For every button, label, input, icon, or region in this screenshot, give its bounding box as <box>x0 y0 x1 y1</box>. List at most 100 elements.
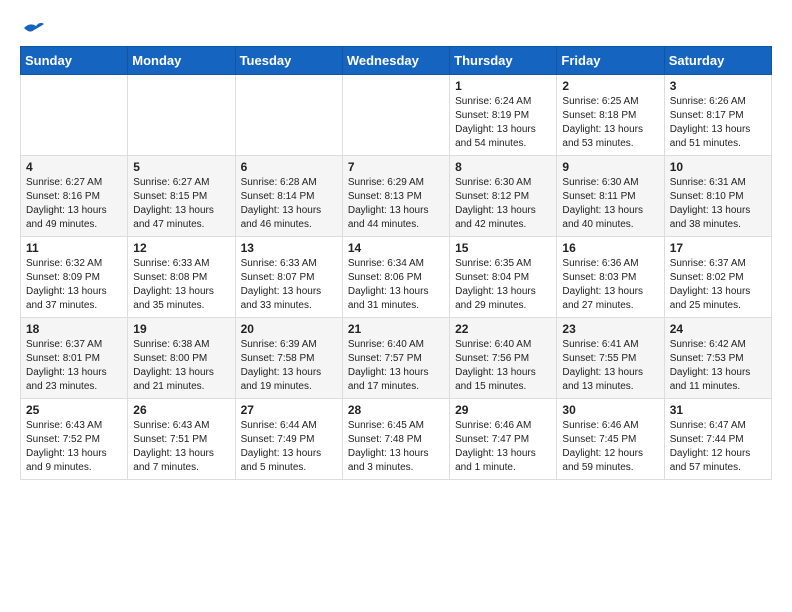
calendar-cell: 12 Sunrise: 6:33 AM Sunset: 8:08 PM Dayli… <box>128 237 235 318</box>
calendar-cell: 22 Sunrise: 6:40 AM Sunset: 7:56 PM Dayli… <box>450 318 557 399</box>
calendar-cell: 7 Sunrise: 6:29 AM Sunset: 8:13 PM Daylig… <box>342 156 449 237</box>
day-number: 29 <box>455 403 551 417</box>
cell-content: Sunrise: 6:39 AM Sunset: 7:58 PM Dayligh… <box>241 338 337 394</box>
day-number: 6 <box>241 160 337 174</box>
cell-content: Sunrise: 6:45 AM Sunset: 7:48 PM Dayligh… <box>348 419 444 475</box>
calendar-cell: 4Sunrise: 6:27 AM Sunset: 8:16 PM Daylig… <box>21 156 128 237</box>
cell-content: Sunrise: 6:34 AM Sunset: 8:06 PM Dayligh… <box>348 257 444 313</box>
day-number: 28 <box>348 403 444 417</box>
day-number: 24 <box>670 322 766 336</box>
cell-content: Sunrise: 6:30 AM Sunset: 8:11 PM Dayligh… <box>562 176 658 232</box>
cell-content: Sunrise: 6:36 AM Sunset: 8:03 PM Dayligh… <box>562 257 658 313</box>
day-number: 10 <box>670 160 766 174</box>
day-number: 23 <box>562 322 658 336</box>
calendar-cell: 28 Sunrise: 6:45 AM Sunset: 7:48 PM Dayli… <box>342 399 449 480</box>
day-number: 8 <box>455 160 551 174</box>
calendar-cell: 23 Sunrise: 6:41 AM Sunset: 7:55 PM Dayli… <box>557 318 664 399</box>
cell-content: Sunrise: 6:43 AM Sunset: 7:51 PM Dayligh… <box>133 419 229 475</box>
weekday-header-wednesday: Wednesday <box>342 47 449 75</box>
calendar-cell <box>21 75 128 156</box>
day-number: 13 <box>241 241 337 255</box>
weekday-header-friday: Friday <box>557 47 664 75</box>
cell-content: Sunrise: 6:33 AM Sunset: 8:07 PM Dayligh… <box>241 257 337 313</box>
calendar-cell: 24 Sunrise: 6:42 AM Sunset: 7:53 PM Dayli… <box>664 318 771 399</box>
day-number: 2 <box>562 79 658 93</box>
cell-content: Sunrise: 6:37 AM Sunset: 8:01 PM Dayligh… <box>26 338 122 394</box>
calendar-cell: 19 Sunrise: 6:38 AM Sunset: 8:00 PM Dayli… <box>128 318 235 399</box>
day-number: 19 <box>133 322 229 336</box>
day-number: 1 <box>455 79 551 93</box>
day-number: 16 <box>562 241 658 255</box>
weekday-header-saturday: Saturday <box>664 47 771 75</box>
day-number: 4 <box>26 160 122 174</box>
day-number: 9 <box>562 160 658 174</box>
calendar-cell: 14 Sunrise: 6:34 AM Sunset: 8:06 PM Dayli… <box>342 237 449 318</box>
calendar-cell: 30 Sunrise: 6:46 AM Sunset: 7:45 PM Dayli… <box>557 399 664 480</box>
calendar-cell: 5 Sunrise: 6:27 AM Sunset: 8:15 PM Daylig… <box>128 156 235 237</box>
day-number: 18 <box>26 322 122 336</box>
calendar-cell: 11 Sunrise: 6:32 AM Sunset: 8:09 PM Dayli… <box>21 237 128 318</box>
day-number: 12 <box>133 241 229 255</box>
day-number: 31 <box>670 403 766 417</box>
day-number: 14 <box>348 241 444 255</box>
day-number: 27 <box>241 403 337 417</box>
calendar-cell: 10 Sunrise: 6:31 AM Sunset: 8:10 PM Dayli… <box>664 156 771 237</box>
day-number: 15 <box>455 241 551 255</box>
weekday-header-monday: Monday <box>128 47 235 75</box>
cell-content: Sunrise: 6:26 AM Sunset: 8:17 PM Dayligh… <box>670 95 766 151</box>
day-number: 21 <box>348 322 444 336</box>
calendar-cell: 6 Sunrise: 6:28 AM Sunset: 8:14 PM Daylig… <box>235 156 342 237</box>
day-number: 26 <box>133 403 229 417</box>
day-number: 11 <box>26 241 122 255</box>
cell-content: Sunrise: 6:41 AM Sunset: 7:55 PM Dayligh… <box>562 338 658 394</box>
calendar-cell: 8Sunrise: 6:30 AM Sunset: 8:12 PM Daylig… <box>450 156 557 237</box>
cell-content: Sunrise: 6:46 AM Sunset: 7:47 PM Dayligh… <box>455 419 551 475</box>
cell-content: Sunrise: 6:40 AM Sunset: 7:56 PM Dayligh… <box>455 338 551 394</box>
calendar-cell: 17 Sunrise: 6:37 AM Sunset: 8:02 PM Dayli… <box>664 237 771 318</box>
cell-content: Sunrise: 6:31 AM Sunset: 8:10 PM Dayligh… <box>670 176 766 232</box>
day-number: 5 <box>133 160 229 174</box>
logo-bird-icon <box>22 20 44 36</box>
weekday-header-tuesday: Tuesday <box>235 47 342 75</box>
calendar-week-row: 11 Sunrise: 6:32 AM Sunset: 8:09 PM Dayli… <box>21 237 772 318</box>
calendar-table: SundayMondayTuesdayWednesdayThursdayFrid… <box>20 46 772 480</box>
cell-content: Sunrise: 6:33 AM Sunset: 8:08 PM Dayligh… <box>133 257 229 313</box>
day-number: 30 <box>562 403 658 417</box>
day-number: 7 <box>348 160 444 174</box>
cell-content: Sunrise: 6:46 AM Sunset: 7:45 PM Dayligh… <box>562 419 658 475</box>
calendar-cell: 31Sunrise: 6:47 AM Sunset: 7:44 PM Dayli… <box>664 399 771 480</box>
calendar-cell <box>235 75 342 156</box>
calendar-week-row: 25 Sunrise: 6:43 AM Sunset: 7:52 PM Dayli… <box>21 399 772 480</box>
day-number: 22 <box>455 322 551 336</box>
day-number: 17 <box>670 241 766 255</box>
calendar-cell: 15Sunrise: 6:35 AM Sunset: 8:04 PM Dayli… <box>450 237 557 318</box>
calendar-week-row: 4Sunrise: 6:27 AM Sunset: 8:16 PM Daylig… <box>21 156 772 237</box>
calendar-cell: 25 Sunrise: 6:43 AM Sunset: 7:52 PM Dayli… <box>21 399 128 480</box>
calendar-cell: 1 Sunrise: 6:24 AM Sunset: 8:19 PM Daylig… <box>450 75 557 156</box>
calendar-cell: 21Sunrise: 6:40 AM Sunset: 7:57 PM Dayli… <box>342 318 449 399</box>
cell-content: Sunrise: 6:28 AM Sunset: 8:14 PM Dayligh… <box>241 176 337 232</box>
calendar-cell: 27 Sunrise: 6:44 AM Sunset: 7:49 PM Dayli… <box>235 399 342 480</box>
cell-content: Sunrise: 6:44 AM Sunset: 7:49 PM Dayligh… <box>241 419 337 475</box>
cell-content: Sunrise: 6:42 AM Sunset: 7:53 PM Dayligh… <box>670 338 766 394</box>
cell-content: Sunrise: 6:37 AM Sunset: 8:02 PM Dayligh… <box>670 257 766 313</box>
cell-content: Sunrise: 6:43 AM Sunset: 7:52 PM Dayligh… <box>26 419 122 475</box>
calendar-week-row: 18 Sunrise: 6:37 AM Sunset: 8:01 PM Dayli… <box>21 318 772 399</box>
calendar-cell: 9 Sunrise: 6:30 AM Sunset: 8:11 PM Daylig… <box>557 156 664 237</box>
weekday-header-sunday: Sunday <box>21 47 128 75</box>
day-number: 25 <box>26 403 122 417</box>
weekday-header-row: SundayMondayTuesdayWednesdayThursdayFrid… <box>21 47 772 75</box>
page-header <box>20 20 772 36</box>
cell-content: Sunrise: 6:27 AM Sunset: 8:15 PM Dayligh… <box>133 176 229 232</box>
cell-content: Sunrise: 6:32 AM Sunset: 8:09 PM Dayligh… <box>26 257 122 313</box>
calendar-week-row: 1 Sunrise: 6:24 AM Sunset: 8:19 PM Daylig… <box>21 75 772 156</box>
logo <box>20 20 44 36</box>
calendar-cell: 20Sunrise: 6:39 AM Sunset: 7:58 PM Dayli… <box>235 318 342 399</box>
cell-content: Sunrise: 6:38 AM Sunset: 8:00 PM Dayligh… <box>133 338 229 394</box>
calendar-cell: 29 Sunrise: 6:46 AM Sunset: 7:47 PM Dayli… <box>450 399 557 480</box>
calendar-cell: 26 Sunrise: 6:43 AM Sunset: 7:51 PM Dayli… <box>128 399 235 480</box>
calendar-cell: 3Sunrise: 6:26 AM Sunset: 8:17 PM Daylig… <box>664 75 771 156</box>
cell-content: Sunrise: 6:29 AM Sunset: 8:13 PM Dayligh… <box>348 176 444 232</box>
calendar-cell <box>128 75 235 156</box>
cell-content: Sunrise: 6:24 AM Sunset: 8:19 PM Dayligh… <box>455 95 551 151</box>
